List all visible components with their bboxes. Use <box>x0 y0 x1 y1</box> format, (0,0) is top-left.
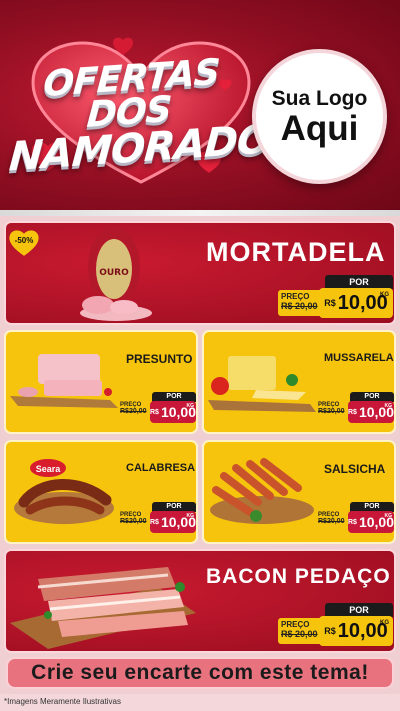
old-price: PREÇO R$ 20,00 <box>278 290 322 316</box>
logo-line-1: Sua Logo <box>271 87 368 110</box>
salsicha-image <box>210 458 314 524</box>
presunto-image <box>10 354 118 408</box>
price-box: R$ 10,00 KG <box>348 511 394 533</box>
old-price: PREÇO R$20,00 <box>318 402 345 415</box>
old-price: PREÇO R$20,00 <box>120 512 147 525</box>
cta-banner[interactable]: Crie seu encarte com este tema! <box>6 657 394 689</box>
bacon-image <box>10 567 196 649</box>
old-price: PREÇO R$20,00 <box>318 512 345 525</box>
product-name: BACON PEDAÇO <box>206 565 391 588</box>
product-name: MORTADELA <box>206 237 386 267</box>
product-name: PRESUNTO <box>126 352 193 366</box>
product-card-mussarela: MUSSARELA POR PREÇO R$20,00 R$ 10,00 KG <box>202 330 396 434</box>
heart-icon <box>112 37 134 56</box>
mortadela-brand: OURO <box>99 268 129 278</box>
flyer: OFERTAS DOS NAMORADOS Sua Logo Aqui OURO… <box>0 0 400 711</box>
calabresa-image: Seara <box>14 459 114 524</box>
price-box: R$ 10,00 KG <box>319 616 393 646</box>
mussarela-image <box>208 356 316 412</box>
header-banner: OFERTAS DOS NAMORADOS Sua Logo Aqui <box>0 0 400 212</box>
product-card-bacon: BACON PEDAÇO POR PREÇO R$ 20,00 R$ 10,00… <box>4 549 396 653</box>
footer-disclaimer: *Imagens Meramente Ilustrativas <box>4 697 121 706</box>
old-price: PREÇO R$ 20,00 <box>278 618 322 644</box>
por-label: POR <box>325 275 393 289</box>
product-card-salsicha: SALSICHA POR PREÇO R$20,00 R$ 10,00 KG <box>202 440 396 544</box>
campaign-title: OFERTAS DOS NAMORADOS <box>7 52 299 181</box>
price-box: R$ 10,00 KG <box>150 401 196 423</box>
discount-badge-text: -50% <box>14 236 34 245</box>
old-price: PREÇO R$20,00 <box>120 402 147 415</box>
product-card-calabresa: Seara CALABRESA POR PREÇO R$20,00 R$ 10,… <box>4 440 198 544</box>
product-name: MUSSARELA <box>324 352 394 364</box>
footer: *Imagens Meramente Ilustrativas <box>0 694 400 711</box>
price-box: R$ 10,00 KG <box>150 511 196 533</box>
price-box: R$ 10,00 KG <box>348 401 394 423</box>
calabresa-brand: Seara <box>36 464 62 474</box>
product-card-presunto: PRESUNTO POR PREÇO R$20,00 R$ 10,00 KG <box>4 330 198 434</box>
product-name: CALABRESA <box>126 462 196 474</box>
por-label: POR <box>325 603 393 617</box>
product-card-mortadela: OURO MORTADELA POR PREÇO R$ 20,00 R$ 10,… <box>4 221 396 325</box>
logo-placeholder: Sua Logo Aqui <box>252 49 387 184</box>
product-name: SALSICHA <box>324 462 386 476</box>
cta-text: Crie seu encarte com este tema! <box>31 661 369 684</box>
price-box: R$ 10,00 KG <box>319 288 393 318</box>
logo-line-2: Aqui <box>280 109 359 148</box>
mortadela-image: OURO <box>80 227 152 321</box>
